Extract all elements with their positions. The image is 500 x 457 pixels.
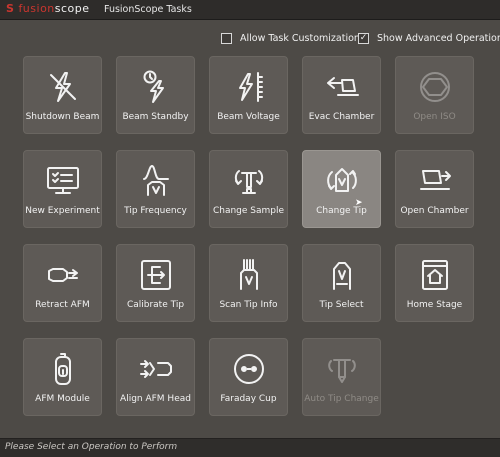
new-experiment-button[interactable]: New Experiment (23, 150, 102, 228)
beam-standby-button[interactable]: Beam Standby (116, 56, 195, 134)
tip-frequency-icon (138, 163, 174, 199)
tip-frequency-label: Tip Frequency (124, 206, 187, 216)
afm-module-label: AFM Module (35, 394, 90, 404)
show-advanced-operations-option[interactable]: ✓ Show Advanced Operations (358, 31, 500, 45)
beam-standby-icon (138, 69, 174, 105)
change-sample-label: Change Sample (212, 206, 285, 216)
tip-select-icon (324, 257, 360, 293)
retract-afm-label: Retract AFM (35, 300, 90, 310)
evac-chamber-label: Evac Chamber (308, 112, 375, 122)
show-advanced-operations-label: Show Advanced Operations (377, 32, 500, 44)
tip-select-button[interactable]: Tip Select (302, 244, 381, 322)
calibrate-tip-icon (138, 257, 174, 293)
scan-tip-info-button[interactable]: Scan Tip Info (209, 244, 288, 322)
home-stage-icon (417, 257, 453, 293)
auto-tip-change-button[interactable]: Auto Tip Change (302, 338, 381, 416)
allow-task-customization-checkbox[interactable] (221, 32, 232, 44)
open-chamber-button[interactable]: Open Chamber (395, 150, 474, 228)
status-message: Please Select an Operation to Perform (5, 442, 178, 452)
change-sample-icon (231, 163, 267, 199)
home-stage-button[interactable]: Home Stage (395, 244, 474, 322)
shutdown-beam-label: Shutdown Beam (25, 112, 100, 122)
iso-shutter-icon (417, 69, 453, 105)
open-chamber-label: Open Chamber (400, 206, 469, 216)
align-afm-head-label: Align AFM Head (120, 394, 191, 404)
beam-voltage-label: Beam Voltage (217, 112, 280, 122)
change-tip-icon (324, 163, 360, 199)
align-afm-head-icon (138, 351, 174, 387)
shutdown-beam-button[interactable]: Shutdown Beam (23, 56, 102, 134)
evac-chamber-icon (324, 69, 360, 105)
faraday-cup-button[interactable]: Faraday Cup (209, 338, 288, 416)
beam-standby-label: Beam Standby (122, 112, 189, 122)
mouse-cursor-icon: ➤ (355, 198, 363, 208)
retract-afm-button[interactable]: Retract AFM (23, 244, 102, 322)
align-afm-head-button[interactable]: Align AFM Head (116, 338, 195, 416)
tip-frequency-button[interactable]: Tip Frequency (116, 150, 195, 228)
tip-select-label: Tip Select (319, 300, 364, 310)
change-sample-button[interactable]: Change Sample (209, 150, 288, 228)
afm-module-icon (45, 351, 81, 387)
faraday-cup-icon (231, 351, 267, 387)
allow-task-customization-label: Allow Task Customization (240, 32, 360, 44)
allow-task-customization-option[interactable]: Allow Task Customization (221, 31, 360, 45)
scan-tip-info-icon (231, 257, 267, 293)
new-experiment-icon (45, 163, 81, 199)
beam-voltage-button[interactable]: Beam Voltage (209, 56, 288, 134)
beam-voltage-icon (231, 69, 267, 105)
afm-module-button[interactable]: AFM Module (23, 338, 102, 416)
new-experiment-label: New Experiment (25, 206, 100, 216)
status-bar: Please Select an Operation to Perform (0, 438, 500, 457)
window-title: FusionScope Tasks (104, 4, 192, 15)
home-stage-label: Home Stage (406, 300, 463, 310)
change-tip-button[interactable]: Change Tip ➤ (302, 150, 381, 228)
calibrate-tip-button[interactable]: Calibrate Tip (116, 244, 195, 322)
beam-off-icon (45, 69, 81, 105)
calibrate-tip-label: Calibrate Tip (126, 300, 185, 310)
open-iso-button[interactable]: Open ISO (395, 56, 474, 134)
evac-chamber-button[interactable]: Evac Chamber (302, 56, 381, 134)
fusionscope-logo: S fusionscope (6, 2, 90, 15)
auto-tip-change-icon (324, 351, 360, 387)
open-chamber-icon (417, 163, 453, 199)
show-advanced-operations-checkbox[interactable]: ✓ (358, 32, 369, 44)
task-grid: Shutdown Beam Beam Standby Beam Voltage (23, 56, 474, 416)
auto-tip-change-label: Auto Tip Change (304, 394, 379, 404)
title-bar: S fusionscope FusionScope Tasks (0, 0, 500, 20)
open-iso-label: Open ISO (413, 112, 456, 122)
faraday-cup-label: Faraday Cup (220, 394, 277, 404)
scan-tip-info-label: Scan Tip Info (219, 300, 278, 310)
retract-afm-icon (45, 257, 81, 293)
change-tip-label: Change Tip (316, 206, 367, 216)
